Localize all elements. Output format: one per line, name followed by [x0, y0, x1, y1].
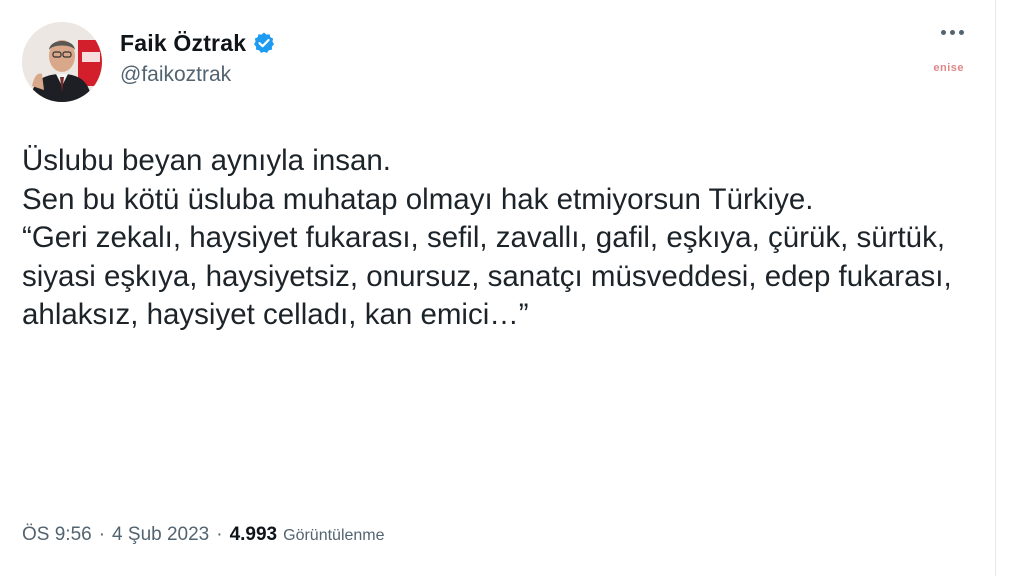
more-options-icon[interactable]	[941, 30, 964, 35]
tweet-date[interactable]: 4 Şub 2023	[112, 524, 209, 546]
meta-separator: ·	[216, 524, 223, 545]
more-dot	[950, 30, 955, 35]
tweet-header: Faik Öztrak @faikoztrak	[22, 22, 276, 102]
more-dot	[959, 30, 964, 35]
watermark: enise	[933, 62, 964, 74]
tweet-meta: ÖS 9:56 · 4 Şub 2023 · 4.993 Görüntülenm…	[22, 524, 385, 546]
name-row: Faik Öztrak	[120, 30, 276, 57]
verified-badge-icon	[252, 31, 276, 55]
views-label[interactable]: Görüntülenme	[283, 527, 384, 545]
column-divider	[995, 0, 996, 576]
more-dot	[941, 30, 946, 35]
author-display-name[interactable]: Faik Öztrak	[120, 30, 246, 57]
tweet-text: Üslubu beyan aynıyla insan. Sen bu kötü …	[22, 144, 952, 331]
author-info: Faik Öztrak @faikoztrak	[120, 30, 276, 87]
tweet-time[interactable]: ÖS 9:56	[22, 524, 92, 546]
avatar[interactable]	[22, 22, 102, 102]
author-handle[interactable]: @faikoztrak	[120, 63, 276, 87]
tweet-card: Faik Öztrak @faikoztrak enise Üslubu bey…	[0, 0, 1024, 576]
meta-separator: ·	[98, 524, 106, 545]
profile-photo-icon	[22, 22, 102, 102]
views-count[interactable]: 4.993	[230, 524, 278, 546]
